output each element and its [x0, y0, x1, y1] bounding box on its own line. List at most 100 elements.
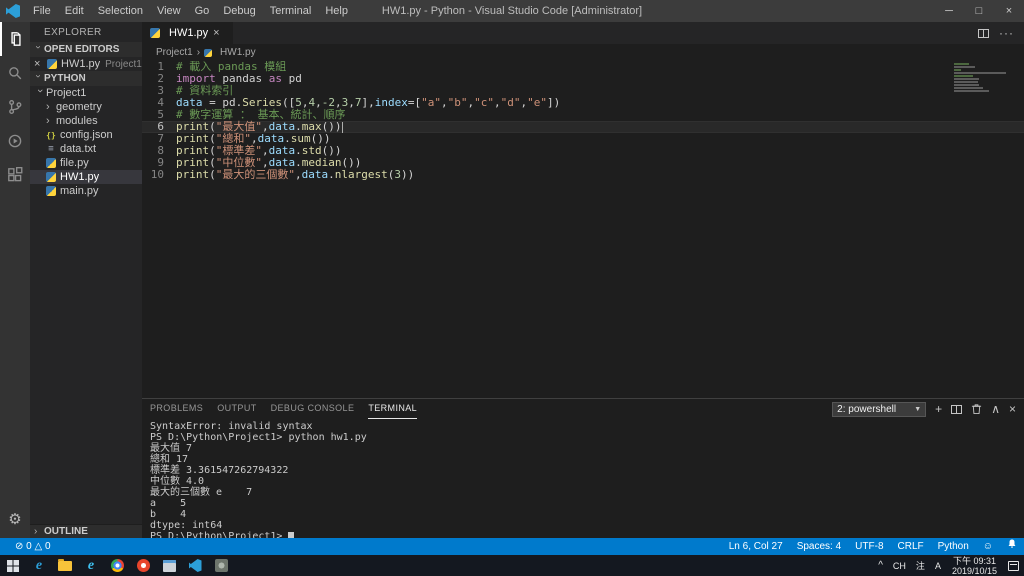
code-editor[interactable]: 1 # 載入 pandas 模組 2 import pandas as pd 3 # 資料… — [142, 61, 1024, 398]
menu-help[interactable]: Help — [318, 0, 355, 22]
minimap-line — [954, 63, 970, 65]
panel-tab-debug-console[interactable]: DEBUG CONSOLE — [271, 399, 355, 419]
kill-terminal-icon[interactable] — [971, 403, 982, 415]
terminal-line: 最大值 7 — [150, 443, 193, 454]
minimap-line — [954, 78, 980, 80]
menu-selection[interactable]: Selection — [91, 0, 150, 22]
breadcrumb-file[interactable]: HW1.py — [220, 47, 256, 58]
warning-icon: △ — [34, 541, 43, 552]
maximize-panel-icon[interactable]: ∧ — [991, 403, 1000, 415]
split-terminal-icon[interactable] — [951, 404, 963, 414]
edge-icon[interactable]: e — [26, 555, 52, 576]
text-cursor — [341, 122, 343, 133]
code-line-10[interactable]: 10 print("最大的三個數",data.nlargest(3)) — [142, 169, 1024, 181]
edge-glyph: e — [35, 557, 43, 573]
explorer-icon[interactable] — [0, 22, 30, 56]
vscode-window: File Edit Selection View Go Debug Terminal Help… — [0, 0, 1024, 576]
terminal-output[interactable]: SyntaxError: invalid syntax PS D:\Python\… — [142, 419, 1024, 538]
notifications-bell-icon[interactable] — [1000, 538, 1024, 555]
chevron-right-icon: › — [46, 115, 50, 127]
start-button[interactable] — [0, 555, 26, 576]
search-icon[interactable] — [0, 56, 30, 90]
menu-view[interactable]: View — [150, 0, 188, 22]
more-actions-icon[interactable]: ··· — [999, 26, 1014, 40]
close-editor-icon[interactable]: × — [34, 58, 46, 70]
shell-selector-dropdown[interactable]: 2: powershell ▼ — [832, 401, 927, 417]
ime-language-indicator[interactable]: CH — [888, 555, 911, 576]
menu-go[interactable]: Go — [188, 0, 217, 22]
panel-tab-problems[interactable]: PROBLEMS — [150, 399, 203, 419]
close-button[interactable]: × — [994, 0, 1024, 22]
problems-indicator[interactable]: ⊘ 0 △ 0 — [8, 538, 58, 555]
split-editor-icon[interactable] — [978, 28, 989, 38]
outline-section-header[interactable]: › OUTLINE — [30, 524, 142, 538]
breadcrumb-folder[interactable]: Project1 — [156, 47, 193, 58]
tab-hw1py[interactable]: HW1.py × — [142, 22, 235, 44]
eol-setting[interactable]: CRLF — [891, 538, 931, 555]
tree-item-geometry[interactable]: › geometry — [30, 100, 142, 114]
minimap-line — [954, 90, 990, 92]
tree-item-hw1-py[interactable]: HW1.py — [30, 170, 142, 184]
panel-tab-terminal[interactable]: TERMINAL — [368, 399, 418, 419]
language-mode[interactable]: Python — [931, 538, 976, 555]
chevron-down-icon: › — [32, 45, 44, 49]
code-text: print("最大的三個數",data.nlargest(3)) — [176, 168, 415, 181]
editor-actions: ··· — [978, 22, 1024, 44]
cursor-position[interactable]: Ln 6, Col 27 — [722, 538, 790, 555]
terminal-line: 最大的三個數 e 7 — [150, 487, 253, 498]
file-label: main.py — [60, 185, 99, 197]
menu-edit[interactable]: Edit — [58, 0, 91, 22]
tree-item-config-json[interactable]: {} config.json — [30, 128, 142, 142]
tree-item-data-txt[interactable]: ≡ data.txt — [30, 142, 142, 156]
indentation-setting[interactable]: Spaces: 4 — [790, 538, 848, 555]
chrome-icon[interactable] — [104, 555, 130, 576]
minimize-button[interactable]: ─ — [934, 0, 964, 22]
py-file-icon — [46, 172, 56, 182]
extensions-icon[interactable] — [0, 158, 30, 192]
tree-item-file-py[interactable]: file.py — [30, 156, 142, 170]
py-file-icon — [47, 59, 57, 69]
taskbar-clock[interactable]: 下午 09:31 2019/10/15 — [946, 555, 1003, 576]
workspace-header[interactable]: › PYTHON — [30, 71, 142, 86]
menu-file[interactable]: File — [26, 0, 58, 22]
debug-icon[interactable] — [0, 124, 30, 158]
py-file-icon — [46, 186, 56, 196]
close-panel-icon[interactable]: × — [1009, 403, 1016, 415]
menu-debug[interactable]: Debug — [216, 0, 262, 22]
code-line-2[interactable]: 2 import pandas as pd — [142, 73, 1024, 85]
encoding-setting[interactable]: UTF-8 — [848, 538, 890, 555]
file-label: geometry — [56, 101, 102, 113]
vscode-icon[interactable] — [182, 555, 208, 576]
new-terminal-icon[interactable]: + — [935, 403, 942, 415]
maximize-button[interactable]: □ — [964, 0, 994, 22]
ime-mode-indicator[interactable]: 注 — [911, 555, 930, 576]
feedback-smiley-icon[interactable]: ☺ — [976, 538, 1000, 555]
ie-icon[interactable]: e — [78, 555, 104, 576]
source-control-icon[interactable] — [0, 90, 30, 124]
action-center-icon[interactable] — [1003, 555, 1024, 576]
open-editors-header[interactable]: › OPEN EDITORS — [30, 42, 142, 57]
python-file-icon — [150, 28, 160, 38]
ime-alpha-indicator[interactable]: A — [930, 555, 946, 576]
tray-expand-icon[interactable]: ^ — [873, 555, 888, 576]
app-window-icon[interactable] — [156, 555, 182, 576]
file-explorer-icon[interactable] — [52, 555, 78, 576]
minimap[interactable] — [954, 63, 1010, 93]
settings-gear-icon[interactable]: ⚙ — [0, 504, 30, 534]
panel-tab-output[interactable]: OUTPUT — [217, 399, 256, 419]
tree-item-modules[interactable]: › modules — [30, 114, 142, 128]
menu-terminal[interactable]: Terminal — [263, 0, 319, 22]
open-editor-hw1-py[interactable]: × HW1.py Project1 — [30, 57, 142, 71]
tree-item-project1[interactable]: › Project1 — [30, 86, 142, 100]
windows-taskbar: e e ^ CH 注 A 下午 09:31 2019/10/15 — [0, 555, 1024, 576]
terminal-line: dtype: int64 — [150, 520, 223, 531]
terminal-line: PS D:\Python\Project1> — [150, 531, 1024, 538]
tree-item-main-py[interactable]: main.py — [30, 184, 142, 198]
tab-close-icon[interactable]: × — [213, 27, 225, 39]
red-browser-icon[interactable] — [130, 555, 156, 576]
ie-glyph: e — [87, 557, 95, 573]
chevron-right-icon: › — [46, 101, 50, 113]
gray-app-icon[interactable] — [208, 555, 234, 576]
terminal-line: b 4 — [150, 509, 187, 520]
system-tray: ^ CH 注 A 下午 09:31 2019/10/15 — [873, 555, 1024, 576]
